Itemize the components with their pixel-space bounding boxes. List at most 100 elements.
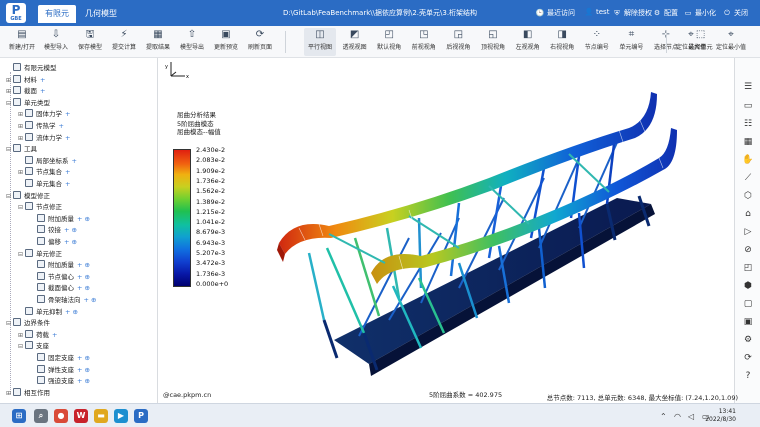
toolbar-button-perspective-view[interactable]: ◩ 透视视图 <box>339 28 371 56</box>
toolbar-button-import[interactable]: ⇩ 模型导入 <box>40 28 72 56</box>
collapse-icon[interactable]: ⊟ <box>6 191 13 202</box>
tree-node[interactable]: ⊟ 支座 <box>18 341 49 352</box>
toolbar-button-top-view[interactable]: ◱ 顶视视角 <box>477 28 509 56</box>
toolbar-button-extract-results[interactable]: ▦ 提取结果 <box>142 28 174 56</box>
toolbar-button-back-view[interactable]: ◲ 后视视角 <box>442 28 474 56</box>
add-item-icon[interactable]: + <box>59 122 64 130</box>
tab-finite-element[interactable]: 有限元 <box>38 5 76 23</box>
square-icon[interactable]: ▢ <box>741 297 755 311</box>
tree-node[interactable]: 骨架轴法向 + ⊕ <box>30 295 96 306</box>
toolbar-button-default-view[interactable]: ◰ 默认视角 <box>373 28 405 56</box>
collapse-icon[interactable]: ⊟ <box>18 249 25 260</box>
tree-node[interactable]: ⊞ 截面 + <box>6 86 45 97</box>
pkpm-icon[interactable]: P <box>134 409 148 423</box>
tree-node[interactable]: 弹性支座 + ⊕ <box>30 364 90 376</box>
menu-icon[interactable]: ☰ <box>741 80 755 94</box>
tree-node[interactable]: 强迫支座 + ⊕ <box>30 376 90 387</box>
add-item-icon[interactable]: + <box>65 110 70 118</box>
tree-node[interactable]: ⊟ 边界条件 <box>6 318 50 329</box>
tree-node[interactable]: ⊟ 单元修正 <box>18 248 62 260</box>
play-icon[interactable]: ▷ <box>741 225 755 239</box>
tree-node[interactable]: ⊟ 节点修正 <box>18 202 62 213</box>
toolbar-button-right-view[interactable]: ◨ 右视视角 <box>546 28 578 56</box>
tab-geometry-model[interactable]: 几何模型 <box>78 5 124 23</box>
titlebar-action-gear[interactable]: ⚙ 配置 <box>652 8 678 18</box>
add-item-icon[interactable]: + <box>40 76 45 84</box>
titlebar-action-user[interactable]: 👤 test <box>584 8 610 16</box>
tree-node[interactable]: ⊞ 传热学 + <box>18 121 64 132</box>
tree-node[interactable]: 铰接 + ⊕ <box>30 225 77 236</box>
toolbar-button-locate-min[interactable]: ⌖ 定位最小值 <box>712 28 750 56</box>
toolbar-button-element-number[interactable]: ⌗ 单元编号 <box>615 28 647 56</box>
add-item-icon[interactable]: + ⊕ <box>77 273 90 281</box>
titlebar-action-minimize[interactable]: ▭ 最小化 <box>683 8 716 18</box>
tree-node[interactable]: 节点偏心 + ⊕ <box>30 271 90 283</box>
player-icon[interactable]: ▶ <box>114 409 128 423</box>
search-icon[interactable]: ⌕ <box>34 409 48 423</box>
chrome-icon[interactable]: ● <box>54 409 68 423</box>
tree-node[interactable]: ⊞ 流体力学 + <box>18 132 70 144</box>
system-clock[interactable]: 13:41 2022/8/30 <box>705 408 736 424</box>
expand-icon[interactable]: ⊞ <box>6 86 13 97</box>
tree-node[interactable]: 附加质量 + ⊕ <box>30 260 90 271</box>
tree-node[interactable]: 截面偏心 + ⊕ <box>30 283 90 294</box>
expand-icon[interactable]: ⊞ <box>18 109 25 120</box>
add-item-icon[interactable]: + ⊕ <box>64 238 77 246</box>
tree-node[interactable]: 有限元模型 <box>6 63 57 74</box>
tree-node[interactable]: ⊞ 固体力学 + <box>18 109 70 120</box>
toolbar-button-export[interactable]: ⇧ 模型导出 <box>176 28 208 56</box>
add-item-icon[interactable]: + ⊕ <box>77 354 90 362</box>
collapse-icon[interactable]: ⊟ <box>6 144 13 155</box>
wifi-icon[interactable]: ◠ <box>674 412 681 421</box>
tree-node[interactable]: 附加质量 + ⊕ <box>30 213 90 225</box>
tree-node[interactable]: 偏移 + ⊕ <box>30 237 77 248</box>
add-item-icon[interactable]: + ⊕ <box>84 296 97 304</box>
toolbar-button-refresh[interactable]: ⟳ 刷新页面 <box>244 28 276 56</box>
tree-node[interactable]: ⊞ 材料 + <box>6 74 45 86</box>
add-item-icon[interactable]: + ⊕ <box>77 366 90 374</box>
toolbar-button-preview[interactable]: ▣ 更新预览 <box>210 28 242 56</box>
toolbar-button-open-file[interactable]: ▤ 新建/打开 <box>6 28 38 56</box>
add-item-icon[interactable]: + <box>52 331 57 339</box>
titlebar-action-shield[interactable]: ⛨ 解除授权 <box>612 8 652 18</box>
list-icon[interactable]: ☷ <box>741 117 755 131</box>
add-item-icon[interactable]: + <box>40 87 45 95</box>
rotate-icon[interactable]: ⟳ <box>741 351 755 365</box>
expand-icon[interactable]: ⊞ <box>18 121 25 132</box>
grid-icon[interactable]: ▦ <box>741 135 755 149</box>
titlebar-action-power[interactable]: ⏻ 关闭 <box>722 8 748 18</box>
hand-icon[interactable]: ✋ <box>741 153 755 167</box>
add-item-icon[interactable]: + ⊕ <box>77 284 90 292</box>
tray-chevron-icon[interactable]: ⌃ <box>660 412 667 421</box>
tree-node[interactable]: 单元集合 + <box>18 179 70 190</box>
mesh-icon[interactable]: ⬢ <box>741 279 755 293</box>
panel-icon[interactable]: ▭ <box>741 99 755 113</box>
tree-node[interactable]: ⊟ 单元类型 <box>6 97 50 109</box>
ruler-icon[interactable]: ⟋ <box>741 171 755 185</box>
help-icon[interactable]: ? <box>741 369 755 383</box>
expand-icon[interactable]: ⊞ <box>18 167 25 178</box>
collapse-icon[interactable]: ⊟ <box>18 341 25 352</box>
clip-icon[interactable]: ⊘ <box>741 243 755 257</box>
add-item-icon[interactable]: + <box>65 168 70 176</box>
3d-viewport[interactable]: y x 屈曲分析结果 5阶屈曲模态 屈曲模态--幅值 2.430e-2 2.083… <box>159 58 734 403</box>
wps-icon[interactable]: W <box>74 409 88 423</box>
expand-icon[interactable]: ⊞ <box>18 133 25 144</box>
expand-icon[interactable]: ⊞ <box>6 75 13 86</box>
collapse-icon[interactable]: ⊟ <box>6 98 13 109</box>
tree-node[interactable]: ⊟ 工具 <box>6 144 37 155</box>
add-item-icon[interactable]: + <box>72 157 77 165</box>
collapse-icon[interactable]: ⊟ <box>18 202 25 213</box>
add-item-icon[interactable]: + ⊕ <box>77 261 90 269</box>
collapse-icon[interactable]: ⊟ <box>6 318 13 329</box>
tree-node[interactable]: 固定支座 + ⊕ <box>30 353 90 364</box>
toolbar-button-front-view[interactable]: ◳ 前视视角 <box>408 28 440 56</box>
toolbar-button-save[interactable]: 🖫 保存模型 <box>74 28 106 56</box>
toolbar-button-left-view[interactable]: ◧ 左视视角 <box>512 28 544 56</box>
tree-node[interactable]: ⊞ 荷载 + <box>18 329 57 341</box>
tree-node[interactable]: 局部坐标系 + <box>18 155 77 167</box>
volume-icon[interactable]: ◁ <box>688 412 694 421</box>
toolbar-button-lightning[interactable]: ⚡ 提交计算 <box>108 28 140 56</box>
add-item-icon[interactable]: + ⊕ <box>64 226 77 234</box>
explorer-icon[interactable]: ▬ <box>94 409 108 423</box>
